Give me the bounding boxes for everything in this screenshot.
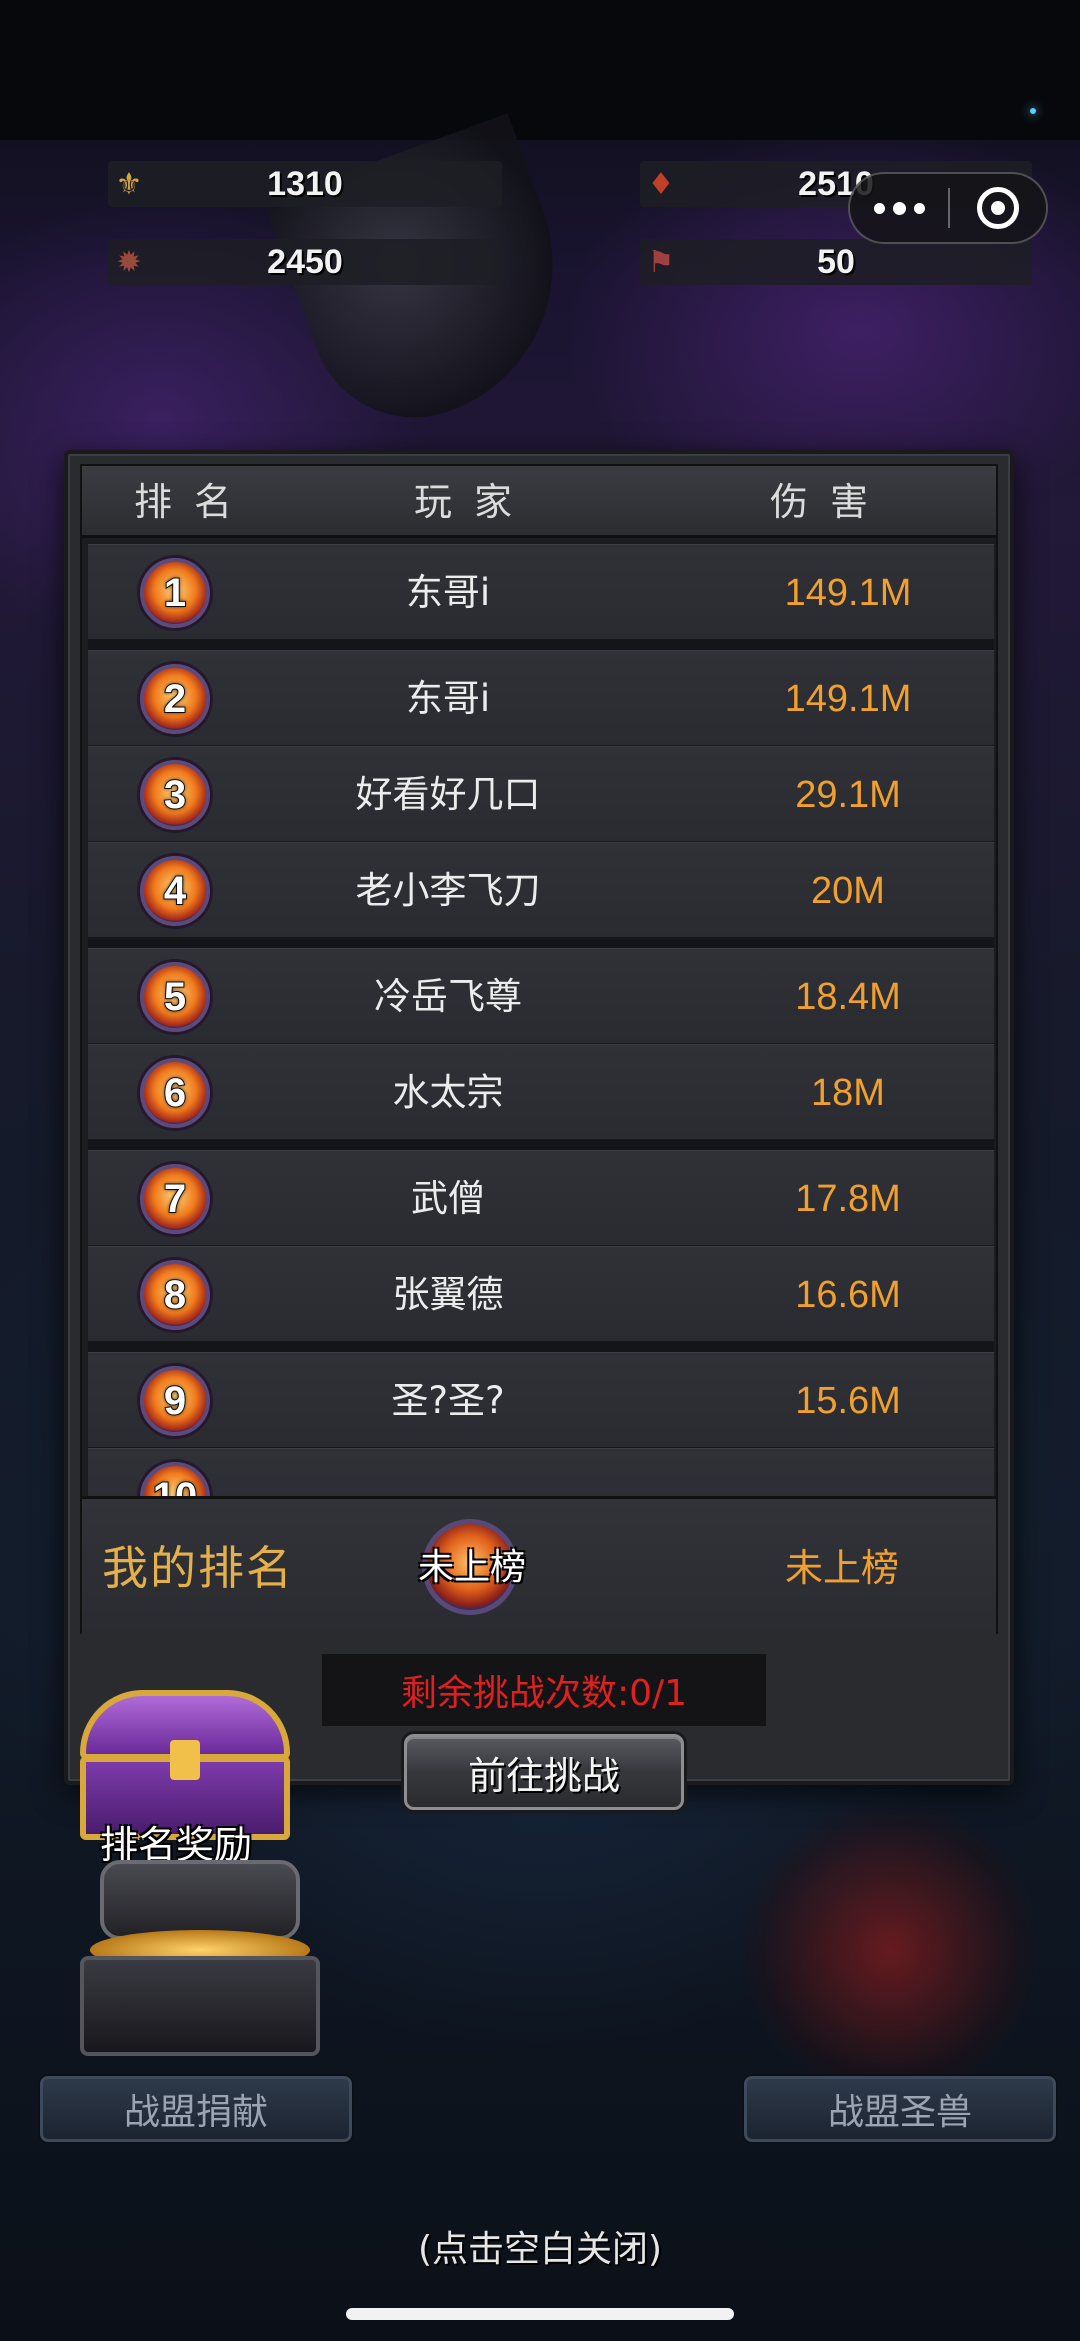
row-separator: [88, 640, 994, 650]
damage-value: 18M: [811, 1072, 885, 1114]
ranking-row[interactable]: 7 武僧 17.8M: [88, 1150, 994, 1246]
rank-medal-icon: 2: [140, 664, 210, 734]
my-ranking-label: 我的排名: [102, 1541, 294, 1595]
ranking-row[interactable]: 6 水太宗 18M: [88, 1044, 994, 1140]
ranking-panel: 排名 玩家 伤害 1 东哥i 149.1M 2 东哥i 149.1M 3 好看好…: [64, 450, 1014, 1810]
rank-number: 6: [163, 1070, 187, 1116]
damage-value: 149.1M: [784, 678, 912, 720]
resource-value: 1310: [267, 164, 343, 203]
red-crystal-icon: ♦: [647, 166, 675, 202]
rank-medal-icon: 8: [140, 1260, 210, 1330]
player-name: 东哥i: [405, 677, 491, 720]
ranking-row[interactable]: 2 东哥i 149.1M: [88, 650, 994, 746]
dot-icon: [873, 202, 885, 214]
row-separator: [88, 1140, 994, 1150]
row-separator: [88, 938, 994, 948]
rank-number: 2: [163, 676, 187, 722]
ranking-list[interactable]: 1 东哥i 149.1M 2 东哥i 149.1M 3 好看好几口 29.1M …: [88, 544, 994, 1554]
dot-icon: [913, 202, 925, 214]
rank-medal-icon: 7: [140, 1164, 210, 1234]
damage-value: 16.6M: [795, 1274, 901, 1316]
ore-icon: ✹: [116, 244, 142, 280]
rank-medal-icon: 9: [140, 1366, 210, 1436]
open-chest-lid: [100, 1860, 300, 1940]
player-name: 好看好几口: [355, 773, 541, 816]
ranking-row[interactable]: 5 冷岳飞尊 18.4M: [88, 948, 994, 1044]
rank-medal-icon: 3: [140, 760, 210, 830]
header-damage: 伤害: [770, 480, 891, 524]
rank-number: 4: [163, 868, 187, 914]
target-circle-icon: [977, 187, 1019, 229]
player-name: 冷岳飞尊: [374, 975, 522, 1018]
rank-medal-icon: 1: [140, 558, 210, 628]
my-damage-value: 未上榜: [784, 1546, 899, 1590]
ranking-header: 排名 玩家 伤害: [82, 466, 996, 538]
damage-value: 15.6M: [795, 1380, 901, 1422]
ranking-row[interactable]: 1 东哥i 149.1M: [88, 544, 994, 640]
player-name: 东哥i: [405, 571, 491, 614]
my-rank-value: 未上榜: [417, 1547, 526, 1588]
sparkle: [1030, 108, 1036, 114]
my-ranking-row: 我的排名 未上榜 未上榜: [82, 1496, 996, 1634]
row-separator: [88, 1342, 994, 1352]
rank-medal-icon: 6: [140, 1058, 210, 1128]
rank-number: 8: [163, 1272, 187, 1318]
ranking-row[interactable]: 4 老小李飞刀 20M: [88, 842, 994, 938]
tap-to-close-hint[interactable]: (点击空白关闭): [0, 2220, 1080, 2272]
player-name: 张翼德: [392, 1273, 504, 1316]
resource-ore: ✹ 2450: [108, 239, 502, 285]
top-dark-band: [0, 0, 1080, 140]
donation-treasure-chest: [70, 1860, 330, 2060]
ranking-row[interactable]: 8 张翼德 16.6M: [88, 1246, 994, 1342]
rank-number: 1: [163, 570, 187, 616]
damage-value: 17.8M: [795, 1178, 901, 1220]
alliance-donate-button[interactable]: 战盟捐献: [40, 2076, 352, 2142]
dot-icon: [892, 201, 906, 215]
ranking-table: 排名 玩家 伤害 1 东哥i 149.1M 2 东哥i 149.1M 3 好看好…: [80, 464, 998, 1634]
resource-gold: ⚜ 1310: [108, 161, 502, 207]
home-indicator[interactable]: [346, 2308, 734, 2320]
flag-icon: ⚑: [647, 244, 675, 280]
player-name: 水太宗: [392, 1071, 504, 1114]
chest-lock-icon: [170, 1740, 200, 1780]
rank-number: 7: [163, 1176, 187, 1222]
resource-flag: ⚑ 50: [640, 239, 1032, 285]
rank-medal-icon: 5: [140, 962, 210, 1032]
rank-number: 3: [163, 772, 187, 818]
damage-value: 29.1M: [795, 774, 901, 816]
rank-number: 5: [163, 974, 187, 1020]
player-name: 老小李飞刀: [355, 869, 541, 912]
ranking-row[interactable]: 3 好看好几口 29.1M: [88, 746, 994, 842]
rank-number: 9: [163, 1378, 187, 1424]
more-options-button[interactable]: [850, 174, 948, 242]
close-miniprogram-button[interactable]: [950, 174, 1046, 242]
red-beast-art: [740, 1800, 1040, 2100]
go-challenge-button[interactable]: 前往挑战: [404, 1734, 684, 1810]
header-player: 玩家: [414, 480, 535, 524]
gold-coin-icon: ⚜: [115, 166, 143, 202]
resource-value: 50: [817, 242, 855, 281]
player-name: 圣?圣?: [391, 1379, 505, 1422]
damage-value: 20M: [811, 870, 885, 912]
alliance-beast-button[interactable]: 战盟圣兽: [744, 2076, 1056, 2142]
damage-value: 149.1M: [784, 572, 912, 614]
open-chest-body: [80, 1956, 320, 2056]
ranking-row[interactable]: 9 圣?圣? 15.6M: [88, 1352, 994, 1448]
player-name: 武僧: [411, 1177, 485, 1220]
rank-medal-icon: 4: [140, 856, 210, 926]
resource-value: 2450: [267, 242, 343, 281]
header-rank: 排名: [134, 480, 255, 524]
remaining-challenges: 剩余挑战次数:0/1: [322, 1654, 766, 1726]
miniprogram-capsule: [848, 172, 1048, 244]
damage-value: 18.4M: [795, 976, 901, 1018]
